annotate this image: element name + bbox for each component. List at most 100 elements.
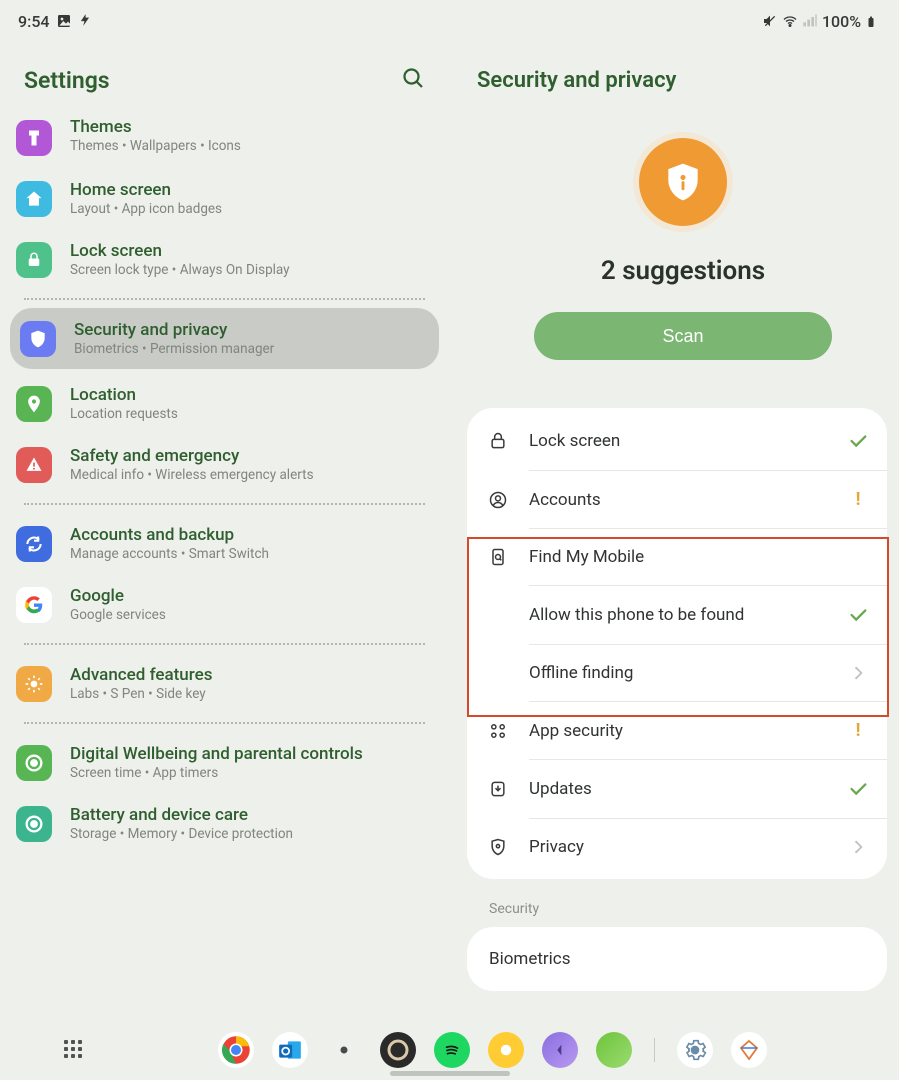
lock-screen-icon	[485, 431, 511, 451]
image-icon	[56, 13, 72, 29]
settings-item-accounts-backup[interactable]: Accounts and backupManage accounts • Sma…	[0, 513, 449, 574]
status-left: 9:54	[18, 12, 94, 31]
location-icon	[16, 386, 52, 422]
security-title: Security and privacy	[477, 68, 676, 93]
app-diamond[interactable]	[731, 1032, 767, 1068]
battery-icon	[16, 806, 52, 842]
settings-item-subtitle: Themes • Wallpapers • Icons	[70, 138, 241, 154]
settings-item-themes[interactable]: ThemesThemes • Wallpapers • Icons	[0, 118, 449, 168]
settings-item-subtitle: Screen time • App timers	[70, 765, 363, 781]
settings-item-title: Accounts and backup	[70, 525, 269, 545]
app-circle-dark[interactable]	[380, 1032, 416, 1068]
app-spotify[interactable]	[434, 1032, 470, 1068]
settings-header: Settings	[0, 42, 449, 118]
settings-item-location[interactable]: LocationLocation requests	[0, 373, 449, 434]
settings-item-wellbeing[interactable]: Digital Wellbeing and parental controlsS…	[0, 732, 449, 793]
scan-button[interactable]: Scan	[534, 312, 832, 360]
battery-icon	[865, 13, 881, 29]
updates-icon	[485, 779, 511, 799]
section-divider	[24, 503, 425, 505]
settings-item-lock-screen[interactable]: Lock screenScreen lock type • Always On …	[0, 229, 449, 290]
biometrics-card[interactable]: Biometrics	[467, 927, 887, 991]
app-security-icon	[485, 721, 511, 741]
row-status-chev	[847, 837, 869, 857]
settings-item-subtitle: Manage accounts • Smart Switch	[70, 546, 269, 562]
settings-item-title: Location	[70, 385, 178, 405]
dock-apps	[218, 1032, 767, 1068]
security-row-accounts[interactable]: Accounts!	[467, 471, 887, 528]
app-purple[interactable]	[542, 1032, 578, 1068]
app-settings[interactable]	[677, 1032, 713, 1068]
settings-item-advanced[interactable]: Advanced featuresLabs • S Pen • Side key	[0, 653, 449, 714]
security-privacy-icon	[20, 321, 56, 357]
settings-item-subtitle: Storage • Memory • Device protection	[70, 826, 293, 842]
settings-item-title: Lock screen	[70, 241, 290, 261]
shield-badge	[633, 132, 733, 232]
biometrics-label: Biometrics	[489, 949, 865, 969]
security-header: Security and privacy	[467, 42, 899, 118]
settings-item-home-screen[interactable]: Home screenLayout • App icon badges	[0, 168, 449, 229]
wellbeing-icon	[16, 745, 52, 781]
privacy-icon	[485, 837, 511, 857]
settings-item-title: Google	[70, 586, 166, 606]
settings-item-title: Security and privacy	[74, 320, 274, 340]
settings-item-subtitle: Labs • S Pen • Side key	[70, 686, 212, 702]
security-card: Lock screenAccounts!Find My MobileAllow …	[467, 408, 887, 879]
app-outlook[interactable]	[272, 1032, 308, 1068]
security-row-updates[interactable]: Updates	[467, 760, 887, 818]
safety-icon	[16, 447, 52, 483]
google-icon	[16, 587, 52, 623]
themes-icon	[16, 120, 52, 156]
security-summary: 2 suggestions Scan	[467, 132, 899, 360]
status-bar: 9:54 100%	[0, 0, 899, 42]
app-drawer-icon[interactable]	[64, 1040, 84, 1060]
settings-item-subtitle: Location requests	[70, 406, 178, 422]
status-time: 9:54	[18, 12, 50, 31]
app-green[interactable]	[596, 1032, 632, 1068]
advanced-icon	[16, 666, 52, 702]
settings-item-safety[interactable]: Safety and emergencyMedical info • Wirel…	[0, 434, 449, 495]
row-label: Updates	[529, 779, 847, 799]
security-row-privacy[interactable]: Privacy	[467, 819, 887, 875]
settings-item-subtitle: Google services	[70, 607, 166, 623]
search-icon[interactable]	[401, 66, 425, 94]
settings-item-subtitle: Medical info • Wireless emergency alerts	[70, 467, 314, 483]
settings-item-security-privacy[interactable]: Security and privacyBiometrics • Permiss…	[10, 308, 439, 369]
section-divider	[24, 722, 425, 724]
row-status-warn: !	[847, 489, 869, 510]
app-chrome[interactable]	[218, 1032, 254, 1068]
row-label: App security	[529, 721, 847, 741]
section-divider	[24, 298, 425, 300]
security-row-lock-screen[interactable]: Lock screen	[467, 412, 887, 470]
settings-item-title: Battery and device care	[70, 805, 293, 825]
app-yellow[interactable]	[488, 1032, 524, 1068]
tutorial-highlight	[467, 537, 889, 717]
home-indicator[interactable]	[390, 1071, 510, 1076]
settings-title: Settings	[24, 67, 110, 94]
settings-item-battery[interactable]: Battery and device careStorage • Memory …	[0, 793, 449, 854]
settings-item-title: Safety and emergency	[70, 446, 314, 466]
settings-item-google[interactable]: GoogleGoogle services	[0, 574, 449, 635]
settings-pane: Settings ThemesThemes • Wallpapers • Ico…	[0, 42, 449, 1022]
settings-item-title: Themes	[70, 118, 241, 137]
status-right: 100%	[762, 12, 881, 31]
settings-list[interactable]: ThemesThemes • Wallpapers • IconsHome sc…	[0, 118, 449, 854]
row-label: Accounts	[529, 490, 847, 510]
section-label-security: Security	[489, 901, 899, 917]
bolt-icon	[78, 13, 94, 29]
wifi-icon	[782, 13, 798, 29]
app-dot[interactable]	[326, 1032, 362, 1068]
security-pane: Security and privacy 2 suggestions Scan …	[449, 42, 899, 1022]
settings-item-subtitle: Layout • App icon badges	[70, 201, 222, 217]
row-label: Lock screen	[529, 431, 847, 451]
signal-icon	[802, 13, 818, 29]
row-label: Privacy	[529, 837, 847, 857]
accounts-icon	[485, 490, 511, 510]
row-status-check	[847, 430, 869, 452]
suggestion-count: 2 suggestions	[601, 256, 765, 286]
settings-item-subtitle: Screen lock type • Always On Display	[70, 262, 290, 278]
home-screen-icon	[16, 181, 52, 217]
battery-percent: 100%	[822, 12, 861, 31]
mute-icon	[762, 13, 778, 29]
dock-separator	[654, 1038, 655, 1062]
